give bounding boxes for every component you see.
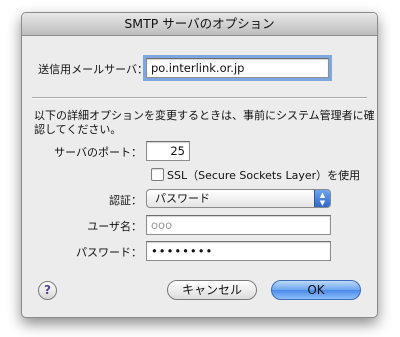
chevron-updown-icon: ▲ ▼ — [314, 190, 330, 207]
help-icon[interactable]: ? — [38, 281, 57, 300]
auth-label: 認証： — [109, 194, 142, 207]
port-input[interactable]: 25 — [146, 141, 190, 161]
password-input[interactable]: •••••••• — [146, 241, 331, 261]
separator — [32, 97, 367, 99]
server-input[interactable]: po.interlink.or.jp — [143, 55, 332, 81]
port-label: サーバのポート： — [54, 146, 142, 159]
username-input[interactable]: ooo — [146, 215, 331, 235]
ok-button[interactable]: OK — [271, 280, 361, 300]
ssl-checkbox[interactable] — [151, 168, 164, 181]
username-label: ユーザ名： — [87, 220, 142, 233]
auth-popup-value: パスワード — [155, 192, 210, 205]
cancel-button[interactable]: キャンセル — [167, 280, 257, 300]
notice-line2: 認してください。 — [34, 123, 122, 136]
password-label: パスワード： — [76, 246, 142, 259]
auth-popup[interactable]: パスワード ▲ ▼ — [146, 189, 331, 208]
dialog-window: SMTP サーバのオプション 送信用メールサーバ： po.interlink.o… — [21, 12, 378, 318]
server-label: 送信用メールサーバ： — [38, 63, 148, 76]
ssl-label[interactable]: SSL（Secure Sockets Layer）を使用 — [167, 167, 360, 183]
window-title: SMTP サーバのオプション — [22, 13, 377, 36]
